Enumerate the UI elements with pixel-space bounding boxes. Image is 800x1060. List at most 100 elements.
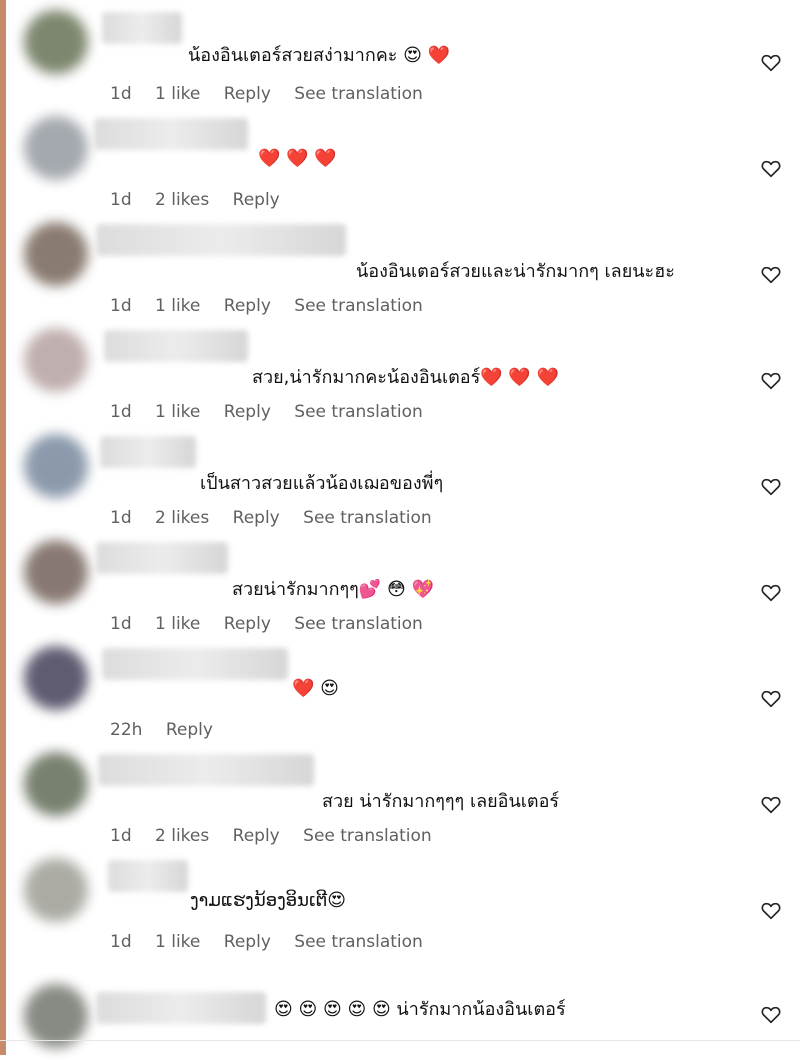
avatar[interactable] xyxy=(24,116,88,180)
reply-button[interactable]: Reply xyxy=(224,932,271,952)
reply-button[interactable]: Reply xyxy=(233,826,280,846)
avatar[interactable] xyxy=(24,328,88,392)
comment-item: สวยน่ารักมากๆๆ💕 😳 💖 1d 1 like Reply See … xyxy=(0,530,800,636)
like-button[interactable] xyxy=(760,582,784,606)
comment-item: เป็นสาวสวยแล้วน้องเฌอของพี่ๆ 1d 2 likes … xyxy=(0,424,800,530)
see-translation-button[interactable]: See translation xyxy=(294,932,423,952)
comment-meta: 1d 2 likes Reply xyxy=(110,190,316,210)
like-button[interactable] xyxy=(760,52,784,76)
comment-time: 22h xyxy=(110,720,143,740)
comment-meta: 1d 1 like Reply See translation xyxy=(110,296,441,316)
comment-meta: 22h Reply xyxy=(110,720,231,740)
username-blurred[interactable] xyxy=(102,12,182,44)
see-translation-button[interactable]: See translation xyxy=(294,402,423,422)
comment-text: น้องอินเตอร์สวยสง่ามากคะ 😍 ❤️ xyxy=(188,45,451,66)
avatar[interactable] xyxy=(24,540,88,604)
comment-meta: 1d 1 like Reply See translation xyxy=(110,84,441,104)
comment-likes[interactable]: 1 like xyxy=(155,84,200,104)
username-blurred[interactable] xyxy=(94,118,248,150)
heart-outline-icon xyxy=(761,478,781,496)
username-blurred[interactable] xyxy=(102,648,288,680)
comment-meta: 1d 1 like Reply See translation xyxy=(110,614,441,634)
avatar[interactable] xyxy=(24,646,88,710)
see-translation-button[interactable]: See translation xyxy=(303,508,432,528)
comment-text: สวย น่ารักมากๆๆๆ เลยอินเตอร์ xyxy=(322,791,560,812)
reply-button[interactable]: Reply xyxy=(224,402,271,422)
comment-meta: 1d 2 likes Reply See translation xyxy=(110,508,450,528)
like-button[interactable] xyxy=(760,158,784,182)
username-blurred[interactable] xyxy=(96,224,346,256)
divider xyxy=(0,1040,800,1041)
comment-text: ❤️ 😍 xyxy=(292,678,339,699)
comment-likes[interactable]: 1 like xyxy=(155,932,200,952)
comment-likes[interactable]: 2 likes xyxy=(155,190,209,210)
like-button[interactable] xyxy=(760,476,784,500)
avatar[interactable] xyxy=(24,222,88,286)
heart-outline-icon xyxy=(761,690,781,708)
comment-time: 1d xyxy=(110,932,132,952)
like-button[interactable] xyxy=(760,370,784,394)
comment-text: น้องอินเตอร์สวยและน่ารักมากๆ เลยนะฮะ xyxy=(356,261,675,282)
heart-outline-icon xyxy=(761,584,781,602)
heart-outline-icon xyxy=(761,372,781,390)
reply-button[interactable]: Reply xyxy=(166,720,213,740)
comment-item: ❤️ ❤️ ❤️ 1d 2 likes Reply xyxy=(0,106,800,212)
reply-button[interactable]: Reply xyxy=(233,508,280,528)
like-button[interactable] xyxy=(760,688,784,712)
like-button[interactable] xyxy=(760,264,784,288)
see-translation-button[interactable]: See translation xyxy=(303,826,432,846)
username-blurred[interactable] xyxy=(108,860,188,892)
username-blurred[interactable] xyxy=(98,754,314,786)
avatar[interactable] xyxy=(24,10,88,74)
comment-meta: 1d 1 like Reply See translation xyxy=(110,402,441,422)
comment-text: สวยน่ารักมากๆๆ💕 😳 💖 xyxy=(232,579,434,600)
heart-outline-icon xyxy=(761,796,781,814)
comment-meta: 1d 2 likes Reply See translation xyxy=(110,826,450,846)
comment-item: สวย น่ารักมากๆๆๆ เลยอินเตอร์ 1d 2 likes … xyxy=(0,742,800,848)
see-translation-button[interactable]: See translation xyxy=(294,296,423,316)
heart-outline-icon xyxy=(761,266,781,284)
reply-button[interactable]: Reply xyxy=(224,614,271,634)
comment-likes[interactable]: 1 like xyxy=(155,402,200,422)
see-translation-button[interactable]: See translation xyxy=(294,84,423,104)
username-blurred[interactable] xyxy=(104,330,248,362)
heart-outline-icon xyxy=(761,54,781,72)
comment-meta: 1d 1 like Reply See translation xyxy=(110,932,441,952)
avatar[interactable] xyxy=(24,752,88,816)
comment-time: 1d xyxy=(110,508,132,528)
username-blurred[interactable] xyxy=(96,542,228,574)
heart-outline-icon xyxy=(761,902,781,920)
comment-likes[interactable]: 1 like xyxy=(155,296,200,316)
comment-time: 1d xyxy=(110,826,132,846)
comment-time: 1d xyxy=(110,402,132,422)
comment-item: สวย,น่ารักมากคะน้องอินเตอร์❤️ ❤️ ❤️ 1d 1… xyxy=(0,318,800,424)
username-blurred[interactable] xyxy=(96,992,266,1024)
comment-time: 1d xyxy=(110,614,132,634)
comment-text: สวย,น่ารักมากคะน้องอินเตอร์❤️ ❤️ ❤️ xyxy=(252,367,559,388)
reply-button[interactable]: Reply xyxy=(224,296,271,316)
comment-text: ງາມແຮງນ້ອງອິນເຕີ😍 xyxy=(190,890,347,911)
reply-button[interactable]: Reply xyxy=(224,84,271,104)
comment-item: น้องอินเตอร์สวยและน่ารักมากๆ เลยนะฮะ 1d … xyxy=(0,212,800,318)
avatar[interactable] xyxy=(24,984,88,1048)
comment-likes[interactable]: 2 likes xyxy=(155,508,209,528)
like-button[interactable] xyxy=(760,900,784,924)
comment-likes[interactable]: 2 likes xyxy=(155,826,209,846)
comment-likes[interactable]: 1 like xyxy=(155,614,200,634)
avatar[interactable] xyxy=(24,858,88,922)
see-translation-button[interactable]: See translation xyxy=(294,614,423,634)
comment-time: 1d xyxy=(110,84,132,104)
comment-time: 1d xyxy=(110,190,132,210)
comment-item: ງາມແຮງນ້ອງອິນເຕີ😍 1d 1 like Reply See tr… xyxy=(0,848,800,954)
comment-time: 1d xyxy=(110,296,132,316)
avatar[interactable] xyxy=(24,434,88,498)
comment-text: 😍 😍 😍 😍 😍 น่ารักมากน้องอินเตอร์ xyxy=(274,999,566,1020)
comment-text: เป็นสาวสวยแล้วน้องเฌอของพี่ๆ xyxy=(200,473,444,494)
comment-text: ❤️ ❤️ ❤️ xyxy=(258,148,337,169)
like-button[interactable] xyxy=(760,1004,784,1028)
like-button[interactable] xyxy=(760,794,784,818)
comment-item: น้องอินเตอร์สวยสง่ามากคะ 😍 ❤️ 1d 1 like … xyxy=(0,0,800,106)
comment-item: 😍 😍 😍 😍 😍 น่ารักมากน้องอินเตอร์ xyxy=(0,954,800,1060)
reply-button[interactable]: Reply xyxy=(233,190,280,210)
username-blurred[interactable] xyxy=(100,436,196,468)
